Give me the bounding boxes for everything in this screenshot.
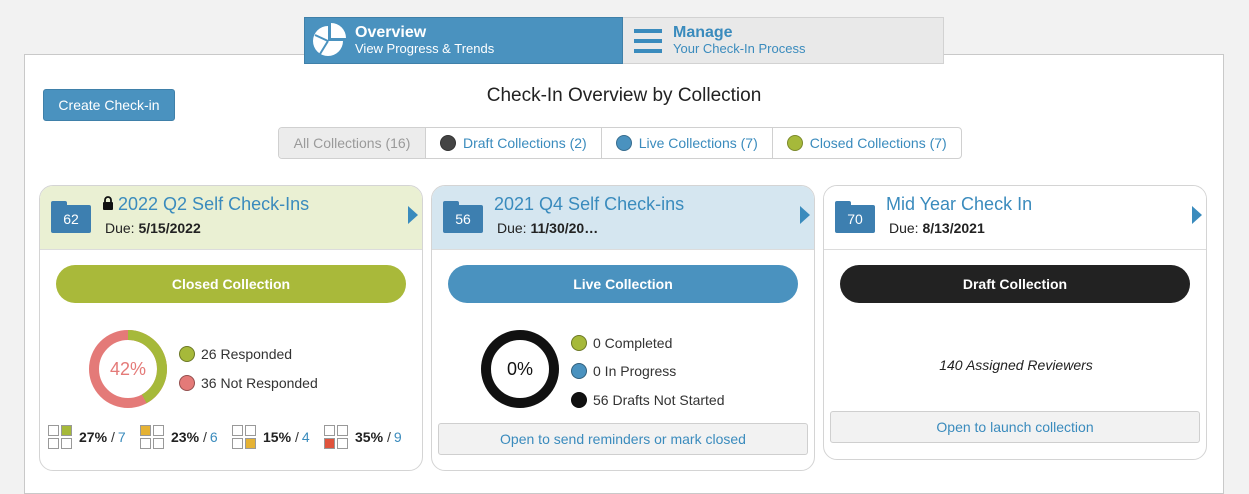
due-label: Due:	[105, 220, 135, 236]
play-arrow-icon[interactable]	[408, 206, 418, 224]
stat-count[interactable]: 4	[302, 429, 310, 445]
stat-count[interactable]: 9	[394, 429, 402, 445]
quadrant-grid-icon	[232, 425, 256, 449]
stat-pct: 35%	[355, 429, 384, 445]
card-due: Due: 11/30/20…	[497, 220, 598, 236]
status-pill: Draft Collection	[840, 265, 1190, 303]
overview-subtitle: View Progress & Trends	[355, 41, 495, 57]
send-reminders-button[interactable]: Open to send reminders or mark closed	[438, 423, 808, 455]
create-checkin-button[interactable]: Create Check-in	[43, 89, 175, 121]
green-dot-icon	[571, 335, 587, 351]
card-header: 70 Mid Year Check In Due: 8/13/2021	[824, 186, 1206, 250]
filter-live-collections[interactable]: Live Collections (7)	[600, 128, 772, 158]
card-due: Due: 5/15/2022	[105, 220, 201, 236]
due-date: 11/30/20…	[530, 220, 599, 236]
filter-draft-collections[interactable]: Draft Collections (2)	[425, 128, 601, 158]
black-dot-icon	[571, 392, 587, 408]
legend-label: 0 Completed	[593, 335, 673, 351]
legend-responded: 26 Responded	[179, 346, 292, 362]
response-donut-chart: 42%	[89, 330, 167, 408]
quadrant-grid-icon	[324, 425, 348, 449]
collection-card-draft: 70 Mid Year Check In Due: 8/13/2021 Draf…	[823, 185, 1207, 460]
stat-sep: /	[387, 429, 391, 445]
folder-icon: 62	[51, 201, 91, 233]
due-label: Due:	[497, 220, 527, 236]
legend-label: 26 Responded	[201, 346, 293, 362]
stat-count[interactable]: 7	[118, 429, 126, 445]
tab-overview[interactable]: Overview View Progress & Trends	[304, 17, 623, 64]
stat-count[interactable]: 6	[210, 429, 218, 445]
legend-label: 56 Drafts Not Started	[593, 392, 725, 408]
filter-closed-collections[interactable]: Closed Collections (7)	[771, 128, 961, 158]
due-date: 5/15/2022	[138, 220, 201, 236]
legend-completed: 0 Completed	[571, 335, 672, 351]
stat-quadrant-3: 15% / 4	[232, 425, 310, 449]
page-title: Check-In Overview by Collection	[486, 85, 762, 106]
folder-icon: 70	[835, 201, 875, 233]
stat-pct: 23%	[171, 429, 200, 445]
stat-sep: /	[203, 429, 207, 445]
quadrant-grid-icon	[140, 425, 164, 449]
folder-count: 62	[51, 205, 91, 233]
due-date: 8/13/2021	[922, 220, 985, 236]
overview-title: Overview	[355, 24, 427, 42]
legend-label: 0 In Progress	[593, 363, 677, 379]
stat-sep: /	[111, 429, 115, 445]
status-pill: Live Collection	[448, 265, 798, 303]
stat-quadrant-4: 35% / 9	[324, 425, 402, 449]
legend-not-responded: 36 Not Responded	[179, 375, 318, 391]
donut-percent-label: 0%	[507, 359, 533, 379]
card-title[interactable]: Mid Year Check In	[886, 194, 1032, 215]
progress-donut-chart: 0%	[481, 330, 559, 408]
card-header: 62 2022 Q2 Self Check-Ins Due: 5/15/2022	[40, 186, 422, 250]
live-dot-icon	[615, 135, 632, 151]
manage-title: Manage	[673, 24, 733, 42]
card-title[interactable]: 2022 Q2 Self Check-Ins	[118, 194, 309, 215]
closed-dot-icon	[786, 135, 803, 151]
card-header: 56 2021 Q4 Self Check-ins Due: 11/30/20…	[432, 186, 814, 250]
collection-filter-bar: All Collections (16) Draft Collections (…	[278, 127, 962, 159]
card-title[interactable]: 2021 Q4 Self Check-ins	[494, 194, 684, 215]
pie-chart-icon	[305, 18, 355, 63]
launch-collection-button[interactable]: Open to launch collection	[830, 411, 1200, 443]
filter-label: All Collections (16)	[293, 135, 411, 151]
draft-dot-icon	[440, 135, 456, 151]
blue-dot-icon	[571, 363, 587, 379]
green-dot-icon	[179, 346, 195, 362]
legend-in-progress: 0 In Progress	[571, 363, 676, 379]
manage-subtitle: Your Check-In Process	[673, 41, 806, 57]
collection-card-live: 56 2021 Q4 Self Check-ins Due: 11/30/20……	[431, 185, 815, 471]
legend-label: 36 Not Responded	[201, 375, 318, 391]
status-pill: Closed Collection	[56, 265, 406, 303]
hamburger-menu-icon	[623, 18, 673, 63]
red-dot-icon	[179, 375, 195, 391]
stat-sep: /	[295, 429, 299, 445]
donut-percent-label: 42%	[110, 359, 146, 379]
filter-label: Draft Collections (2)	[463, 135, 587, 151]
stat-quadrant-1: 27% / 7	[48, 425, 126, 449]
play-arrow-icon[interactable]	[800, 206, 810, 224]
due-label: Due:	[889, 220, 919, 236]
stat-pct: 15%	[263, 429, 292, 445]
lock-icon	[103, 196, 113, 210]
filter-label: Closed Collections (7)	[809, 135, 947, 151]
legend-not-started: 56 Drafts Not Started	[571, 392, 725, 408]
tab-manage[interactable]: Manage Your Check-In Process	[623, 17, 944, 64]
quadrant-grid-icon	[48, 425, 72, 449]
stat-quadrant-2: 23% / 6	[140, 425, 218, 449]
folder-count: 70	[835, 205, 875, 233]
top-nav: Overview View Progress & Trends Manage Y…	[304, 17, 944, 64]
filter-label: Live Collections (7)	[638, 135, 758, 151]
folder-count: 56	[443, 205, 483, 233]
folder-icon: 56	[443, 201, 483, 233]
collection-card-closed: 62 2022 Q2 Self Check-Ins Due: 5/15/2022…	[39, 185, 423, 471]
card-due: Due: 8/13/2021	[889, 220, 985, 236]
assigned-reviewers-text: 140 Assigned Reviewers	[939, 357, 1093, 373]
stat-pct: 27%	[79, 429, 108, 445]
play-arrow-icon[interactable]	[1192, 206, 1202, 224]
filter-all-collections[interactable]: All Collections (16)	[279, 128, 425, 158]
